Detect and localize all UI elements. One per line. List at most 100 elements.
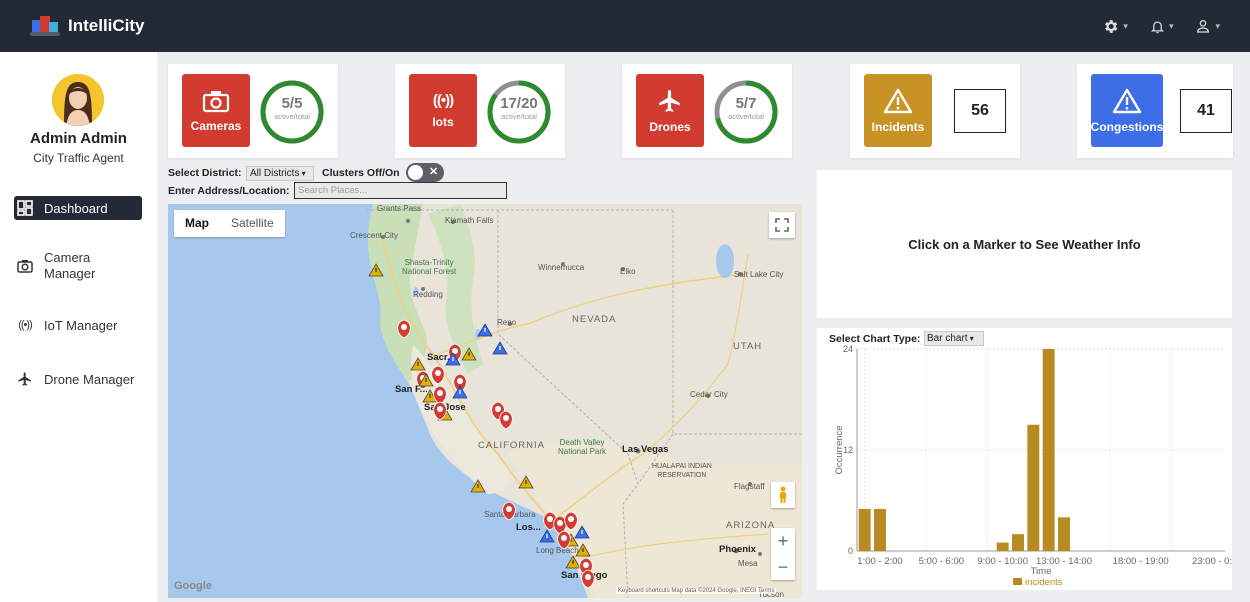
cameras-label: Cameras: [190, 118, 242, 133]
incidents-card: Incidents 56: [850, 64, 1020, 158]
incident-marker[interactable]: [368, 263, 384, 277]
district-select[interactable]: All Districts ▾: [246, 166, 314, 181]
bar: [1058, 517, 1070, 551]
user-menu[interactable]: ▾: [1195, 18, 1220, 34]
congestions-count: 41: [1180, 89, 1232, 133]
warning-icon: [1112, 88, 1142, 113]
chart-type-label: Select Chart Type:: [829, 333, 921, 345]
y-tick-label: 0: [848, 546, 853, 556]
city-logo-icon: [30, 14, 60, 38]
sidebar-item-label: Drone Manager: [44, 371, 135, 387]
chevron-down-icon: ▾: [967, 334, 974, 343]
pegman-icon: [780, 486, 786, 503]
incident-marker[interactable]: [461, 347, 477, 361]
app-logo[interactable]: IntelliCity: [30, 14, 145, 38]
camera-marker[interactable]: [431, 365, 445, 385]
bar: [996, 542, 1009, 551]
iots-tile[interactable]: ((•)) Iots: [409, 74, 477, 147]
congestion-marker[interactable]: [574, 525, 590, 539]
chevron-down-icon: ▾: [1168, 20, 1174, 31]
user-name: Admin Admin: [30, 130, 127, 147]
x-tick-label: 23:00 - 0:00: [1192, 556, 1232, 567]
cameras-value: 5/5: [281, 95, 303, 112]
dashboard-grid-icon: [14, 199, 36, 217]
fullscreen-button[interactable]: [769, 212, 795, 238]
drones-tile[interactable]: Drones: [636, 74, 704, 147]
airplane-icon: [14, 370, 36, 388]
camera-marker[interactable]: [499, 410, 513, 430]
district-label: Select District:: [168, 167, 242, 179]
chevron-down-icon: ▾: [1215, 20, 1220, 31]
cameras-card: Cameras 5/5 active/total: [168, 64, 338, 158]
sidebar-item-label: Dashboard: [44, 200, 108, 216]
top-bar: IntelliCity ▾ ▾ ▾: [0, 0, 1250, 52]
incident-marker[interactable]: [518, 475, 534, 489]
map[interactable]: Grants Pass Klamath Falls Crescent City …: [168, 204, 802, 598]
camera-marker[interactable]: [564, 511, 578, 531]
cameras-tile[interactable]: Cameras: [182, 74, 250, 147]
y-axis-label: Occurrence: [834, 425, 845, 474]
zoom-in-button[interactable]: +: [778, 528, 789, 554]
street-view-pegman[interactable]: [771, 482, 795, 508]
congestion-marker[interactable]: [477, 323, 493, 337]
sidebar-item-dashboard[interactable]: Dashboard: [14, 196, 142, 220]
chevron-down-icon: ▾: [299, 169, 306, 178]
clusters-toggle[interactable]: ✕: [406, 163, 444, 182]
iots-sub: active/total: [501, 112, 537, 121]
chevron-down-icon: ▾: [1123, 20, 1128, 31]
camera-icon: [14, 257, 36, 275]
x-tick-label: 18:00 - 19:00: [1113, 556, 1169, 567]
notifications-menu[interactable]: ▾: [1150, 18, 1174, 35]
congestions-tile[interactable]: Congestions: [1091, 74, 1163, 147]
settings-menu[interactable]: ▾: [1102, 18, 1128, 35]
incidents-tile[interactable]: Incidents: [864, 74, 932, 147]
drones-label: Drones: [649, 119, 691, 134]
legend-label: incidents: [1025, 577, 1063, 588]
drones-value: 5/7: [735, 95, 757, 112]
x-tick-label: 9:00 - 10:00: [977, 556, 1028, 567]
search-input[interactable]: [294, 182, 507, 199]
airplane-icon: [659, 89, 680, 112]
map-markers[interactable]: [168, 204, 802, 598]
congestion-marker[interactable]: [492, 341, 508, 355]
bar: [1012, 534, 1024, 551]
google-logo: Google: [174, 580, 212, 592]
map-type-map[interactable]: Map: [174, 210, 220, 237]
camera-marker[interactable]: [502, 501, 516, 521]
address-label: Enter Address/Location:: [168, 185, 290, 197]
incident-marker[interactable]: [565, 555, 581, 569]
app-title: IntelliCity: [68, 16, 145, 35]
congestions-label: Congestions: [1090, 119, 1164, 134]
bar: [858, 508, 871, 551]
chart-panel: 0 12 24 1:00 - 2:00 5:00 - 6:00 9:00 - 10:00 1…: [817, 328, 1232, 590]
camera-icon: [202, 90, 230, 112]
camera-marker[interactable]: [397, 319, 411, 339]
incident-marker[interactable]: [470, 479, 486, 493]
zoom-out-button[interactable]: −: [778, 554, 789, 580]
chart-type-value: Bar chart: [927, 333, 968, 344]
x-tick-label: 5:00 - 6:00: [919, 556, 964, 567]
incident-marker[interactable]: [410, 357, 426, 371]
incidents-label: Incidents: [871, 119, 925, 134]
map-attribution[interactable]: Keyboard shortcuts Map data ©2024 Google…: [616, 588, 777, 594]
district-value: All Districts: [250, 168, 300, 179]
iots-value: 17/20: [500, 95, 538, 112]
map-type-control: Map Satellite: [174, 210, 285, 237]
drones-card: Drones 5/7 active/total: [622, 64, 792, 158]
clusters-label: Clusters Off/On: [322, 167, 400, 179]
sidebar-item-iot-manager[interactable]: ((•)) IoT Manager: [14, 316, 142, 334]
congestions-card: Congestions 41: [1077, 64, 1233, 158]
signal-icon: ((•)): [18, 319, 33, 331]
bar: [1027, 424, 1040, 551]
close-icon: ✕: [429, 166, 439, 178]
sidebar-item-drone-manager[interactable]: Drone Manager: [14, 370, 142, 388]
chart-type-select[interactable]: Bar chart ▾: [924, 331, 984, 346]
congestion-marker[interactable]: [539, 529, 555, 543]
iots-label: Iots: [432, 115, 454, 129]
camera-marker[interactable]: [581, 569, 595, 589]
x-tick-label: 1:00 - 2:00: [857, 556, 902, 567]
fullscreen-icon: [775, 218, 789, 232]
bar: [1042, 349, 1055, 551]
sidebar-item-camera-manager[interactable]: Camera Manager: [14, 250, 142, 282]
map-type-satellite[interactable]: Satellite: [220, 210, 285, 237]
